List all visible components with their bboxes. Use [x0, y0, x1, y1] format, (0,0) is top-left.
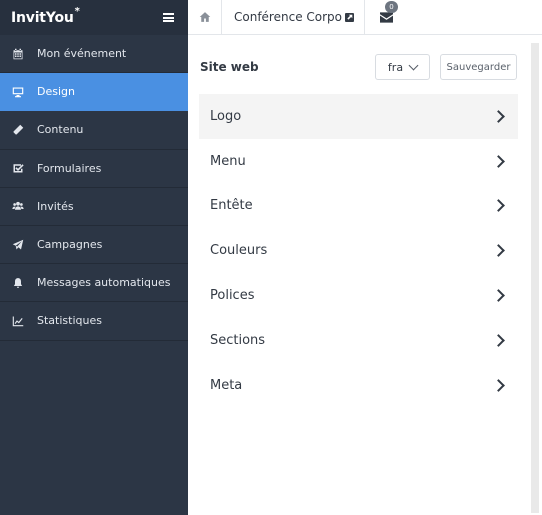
- settings-item-logo[interactable]: Logo: [199, 94, 518, 139]
- brand-bar: InvitYou *: [0, 0, 188, 35]
- sidebar-item-label: Campagnes: [37, 238, 103, 252]
- sidebar-item-campagnes[interactable]: Campagnes: [0, 226, 188, 265]
- settings-item-label: Logo: [210, 108, 242, 124]
- sidebar-item-label: Messages automatiques: [37, 276, 171, 290]
- checkbox-icon: [11, 161, 25, 175]
- settings-item-label: Couleurs: [210, 243, 268, 259]
- calendar-icon: [11, 47, 25, 61]
- sidebar-item-label: Contenu: [37, 123, 84, 137]
- sidebar: InvitYou * Mon événement Design Contenu F…: [0, 0, 188, 515]
- settings-item-label: Entête: [210, 198, 253, 214]
- scrollbar-thumb[interactable]: [531, 43, 539, 513]
- settings-item-menu[interactable]: Menu: [199, 139, 518, 184]
- users-icon: [11, 199, 25, 213]
- chevron-right-icon: [492, 334, 505, 347]
- event-title-link[interactable]: Conférence Corpo: [234, 10, 354, 24]
- settings-item-label: Polices: [210, 288, 255, 304]
- chevron-right-icon: [492, 378, 505, 392]
- external-link-icon: [345, 12, 354, 22]
- bell-icon: [11, 276, 25, 290]
- paper-plane-icon: [11, 238, 25, 252]
- save-button[interactable]: Sauvegarder: [440, 54, 517, 80]
- sidebar-item-label: Statistiques: [37, 314, 102, 328]
- sidebar-item-label: Invités: [37, 199, 74, 213]
- brand-logo[interactable]: InvitYou *: [11, 6, 80, 26]
- sidebar-item-label: Design: [37, 85, 75, 99]
- event-title: Conférence Corpo: [234, 10, 342, 24]
- language-value: fra: [387, 60, 404, 74]
- chevron-right-icon: [492, 289, 505, 302]
- settings-item-entete[interactable]: Entête: [199, 184, 518, 229]
- home-button[interactable]: [188, 0, 222, 35]
- scrollbar[interactable]: [528, 35, 542, 515]
- settings-item-label: Menu: [210, 153, 246, 169]
- chevron-right-icon: [492, 199, 505, 213]
- brand-name: InvitYou: [11, 9, 74, 26]
- hamburger-menu-icon[interactable]: [163, 13, 174, 22]
- design-settings-list: Logo Menu Entête Couleurs Polices Sectio…: [199, 94, 518, 408]
- sidebar-item-messages-automatiques[interactable]: Messages automatiques: [0, 264, 188, 303]
- line-chart-icon: [11, 314, 25, 328]
- settings-item-label: Sections: [210, 332, 266, 348]
- chevron-right-icon: [492, 244, 505, 258]
- settings-item-sections[interactable]: Sections: [199, 318, 518, 363]
- pencil-icon: [11, 123, 25, 137]
- sidebar-menu: Mon événement Design Contenu Formulaires…: [0, 35, 188, 341]
- settings-item-polices[interactable]: Polices: [199, 273, 518, 318]
- sidebar-item-statistiques[interactable]: Statistiques: [0, 302, 188, 341]
- brand-star: *: [74, 5, 80, 17]
- sidebar-item-contenu[interactable]: Contenu: [0, 111, 188, 150]
- monitor-icon: [11, 85, 25, 99]
- page-title: Site web: [200, 60, 259, 74]
- top-bar: Conférence Corpo 0: [188, 0, 542, 35]
- chevron-down-icon: [408, 60, 419, 70]
- home-icon: [199, 12, 210, 22]
- language-select[interactable]: fra: [375, 54, 430, 80]
- settings-item-label: Meta: [210, 377, 243, 393]
- sidebar-item-label: Formulaires: [37, 161, 102, 175]
- sidebar-item-mon-evenement[interactable]: Mon événement: [0, 35, 188, 74]
- settings-item-meta[interactable]: Meta: [199, 363, 518, 408]
- chevron-right-icon: [492, 154, 505, 168]
- panel-header: Site web fra Sauvegarder: [200, 54, 517, 80]
- settings-item-couleurs[interactable]: Couleurs: [199, 228, 518, 273]
- sidebar-item-invites[interactable]: Invités: [0, 188, 188, 226]
- sidebar-item-formulaires[interactable]: Formulaires: [0, 150, 188, 188]
- envelope-icon: [379, 11, 393, 23]
- sidebar-item-label: Mon événement: [37, 47, 127, 61]
- messages-count-badge: 0: [385, 1, 398, 13]
- topbar-divider: [364, 0, 365, 35]
- main-content: Site web fra Sauvegarder Logo Menu Entêt…: [188, 35, 542, 515]
- sidebar-item-design[interactable]: Design: [0, 73, 188, 112]
- messages-button[interactable]: 0: [377, 1, 398, 26]
- chevron-right-icon: [492, 110, 505, 123]
